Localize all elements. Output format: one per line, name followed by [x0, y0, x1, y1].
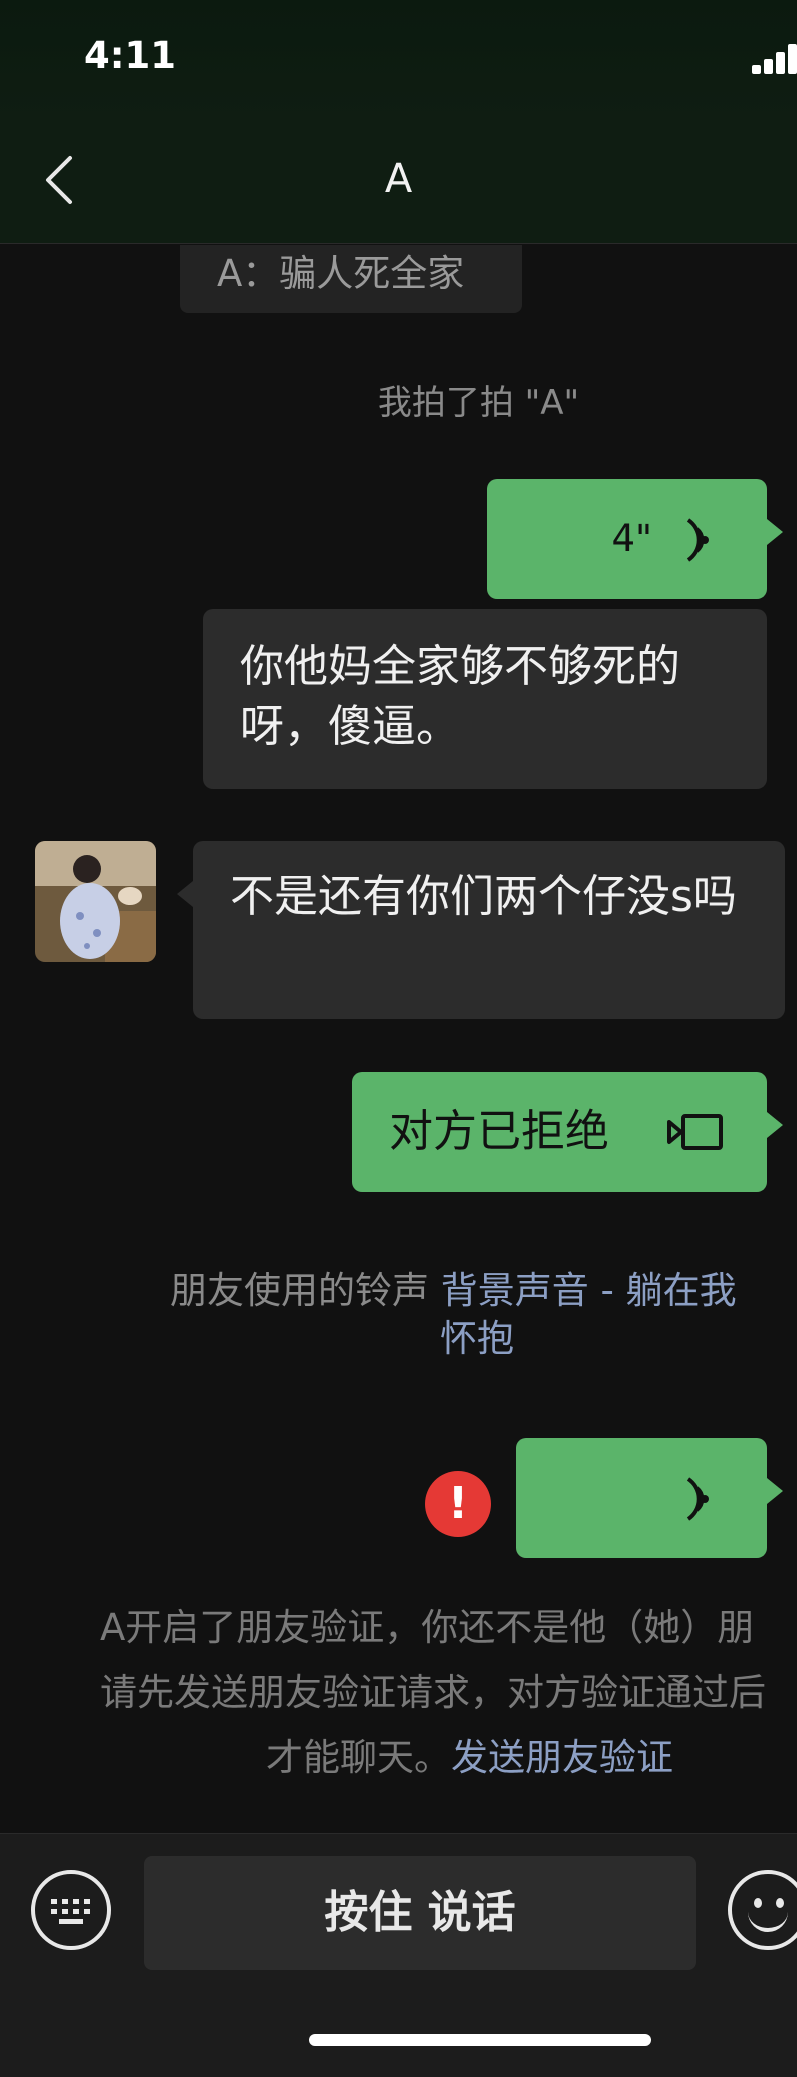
send-verification-link[interactable]: 发送朋友验证 — [451, 1736, 673, 1779]
call-status: 对方已拒绝 — [389, 1106, 609, 1157]
chat-title: A — [384, 156, 413, 202]
voice-wave-icon — [686, 1477, 709, 1521]
nav-bar: A — [0, 120, 797, 244]
voice-duration: 4" — [611, 517, 652, 560]
quoted-message[interactable]: A：骗人死全家 — [180, 245, 522, 313]
emoji-button[interactable] — [728, 1870, 797, 1950]
friend-verification-notice: A开启了朋友验证，你还不是他（她）朋 请先发送朋友验证请求，对方验证通过后 才能… — [100, 1595, 797, 1790]
video-call-icon — [667, 1114, 723, 1150]
ringtone-song[interactable]: 背景声音 - 躺在我 — [441, 1269, 737, 1312]
signal-icon — [752, 44, 797, 74]
ringtone-prefix: 朋友使用的铃声 — [170, 1269, 429, 1312]
keyboard-icon — [51, 1899, 91, 1925]
verify-line-1: A开启了朋友验证，你还不是他（她）朋 — [100, 1606, 755, 1649]
verify-line-2: 请先发送朋友验证请求，对方验证通过后 — [100, 1671, 766, 1714]
status-time: 4:11 — [84, 34, 177, 77]
status-bar: 4:11 — [0, 0, 797, 120]
input-bar: 按住 说话 — [0, 1833, 797, 2077]
incoming-message-bubble[interactable]: 不是还有你们两个仔没s吗 — [177, 841, 785, 1019]
voice-wave-icon — [686, 518, 709, 562]
ringtone-song-line2[interactable]: 怀抱 — [440, 1315, 514, 1363]
smiley-icon — [754, 1898, 762, 1908]
ringtone-notice: 朋友使用的铃声 背景声音 - 躺在我 怀抱 — [170, 1267, 797, 1360]
chat-area[interactable]: A：骗人死全家 我拍了拍 "A" 4" 你他妈全家够不够死的呀，傻逼。 不是还有… — [0, 245, 797, 1833]
voice-message-bubble-failed[interactable] — [516, 1438, 783, 1558]
avatar[interactable] — [35, 841, 156, 962]
send-failed-icon[interactable]: ! — [425, 1471, 491, 1537]
pat-notice: 我拍了拍 "A" — [377, 383, 580, 423]
hold-to-talk-button[interactable]: 按住 说话 — [144, 1856, 696, 1970]
verify-line-3: 才能聊天。 — [266, 1736, 451, 1779]
voice-message-bubble[interactable]: 4" — [487, 479, 783, 599]
home-indicator[interactable] — [309, 2034, 651, 2046]
smiley-eye — [776, 1898, 784, 1908]
keyboard-button[interactable] — [31, 1870, 111, 1950]
text-message-bubble[interactable]: 你他妈全家够不够死的呀，傻逼。 — [203, 609, 767, 789]
call-rejected-bubble[interactable]: 对方已拒绝 — [352, 1072, 783, 1192]
smiley-mouth — [748, 1912, 788, 1932]
avatar-image — [35, 841, 156, 962]
